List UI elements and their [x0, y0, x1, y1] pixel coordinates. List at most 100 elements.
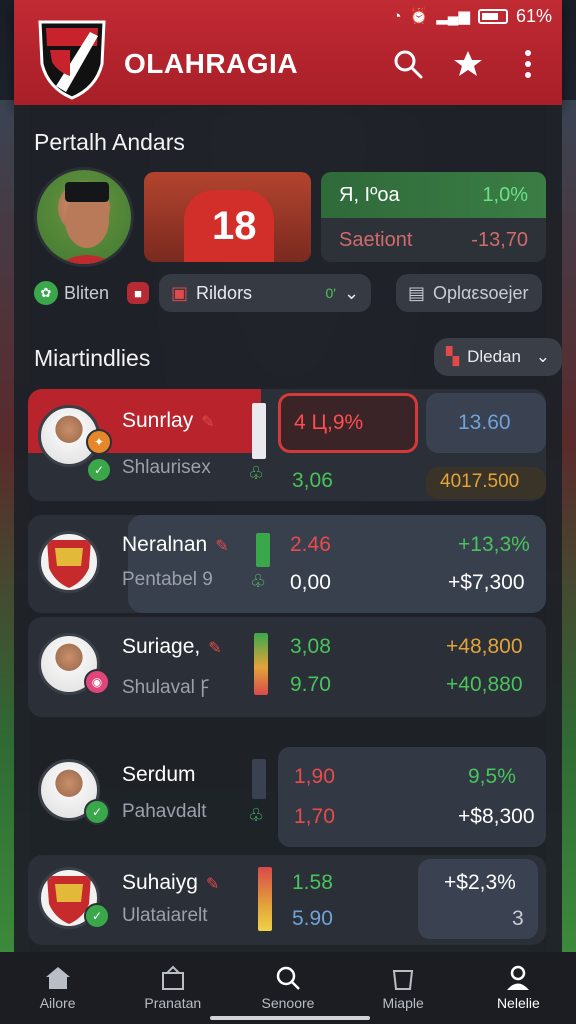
- more-options-button[interactable]: [512, 48, 544, 80]
- row-value-c: 3,06: [292, 469, 333, 492]
- row-value-a: 2.46: [290, 533, 331, 556]
- star-icon: [454, 50, 482, 76]
- row-value-d: 4017.500: [440, 471, 520, 492]
- signal-icon: ▂▄▆: [436, 8, 470, 25]
- team-logo: [38, 531, 100, 593]
- row-sub: Pentabel 9: [122, 569, 213, 590]
- flag-icon: ■: [127, 282, 150, 304]
- filter-select-suffix: 0': [325, 285, 336, 301]
- search-button[interactable]: [392, 48, 424, 80]
- row-value-b: +48,800: [446, 635, 523, 658]
- filter-right-label: Oplαεsoejer: [433, 282, 529, 303]
- row-value-d: +40,880: [446, 673, 523, 696]
- market-row[interactable]: ✓ Suhaiyg ✎ Ulataiarelt 1.58 5.90 +$2,3% …: [28, 855, 546, 945]
- status-badge: ✓: [84, 799, 110, 825]
- filter-left-label: Bliten: [64, 282, 110, 303]
- leaf-icon: ♧: [248, 463, 265, 483]
- row-value-a: 3,08: [290, 635, 331, 658]
- nav-item-home[interactable]: Ailore: [8, 965, 108, 1011]
- store-icon: [161, 965, 184, 990]
- filter-chip-left[interactable]: ✿ Bliten: [34, 281, 109, 305]
- market-title: Miartindlies: [34, 345, 151, 371]
- row-sub: Shulaval Ꝼ: [122, 677, 210, 698]
- leaf-icon: ✿: [34, 281, 58, 305]
- trend-icon: ✎: [205, 876, 220, 893]
- sort-dropdown[interactable]: ▚ Dledan ⌄: [434, 338, 562, 376]
- sliders-icon: ▤: [408, 282, 426, 303]
- nav-item-search[interactable]: Senoore: [238, 965, 338, 1011]
- nav-label: Senoore: [261, 995, 315, 1011]
- more-vert-icon: [525, 49, 531, 78]
- row-value-d: +$8,300: [458, 805, 535, 828]
- status-bar: ◔ ⏰ ▂▄▆ 61%: [0, 0, 576, 32]
- nav-item-store[interactable]: Pranatan: [123, 965, 223, 1011]
- row-name: Sunrlay ✎: [122, 409, 215, 432]
- row-sub: Pahavdalt: [122, 801, 207, 822]
- status-badge: ✓: [86, 457, 112, 483]
- home-indicator[interactable]: [210, 1016, 370, 1020]
- team-badge: ✦: [86, 429, 112, 455]
- row-value-a: 1,90: [294, 765, 335, 788]
- nav-item-profile[interactable]: Nelelie: [468, 965, 568, 1011]
- app-title: OLAHRAGIA: [124, 47, 299, 79]
- stat-bottom-label: Saetiont: [339, 228, 413, 251]
- row-value-b: +13,3%: [458, 533, 530, 556]
- stat-bottom-value: -13,70: [471, 228, 528, 251]
- leaf-icon: ♧: [250, 571, 267, 591]
- row-sub: Ulataiarelt: [122, 905, 208, 926]
- filter-select-icon: ▣: [171, 282, 189, 303]
- nav-label: Miaple: [382, 995, 424, 1011]
- featured-player-avatar[interactable]: [34, 167, 134, 267]
- stat-top-label: Я, Iºoa: [339, 183, 400, 206]
- bucket-icon: [393, 970, 414, 990]
- featured-title: Pertalh Andars: [34, 129, 185, 155]
- trend-icon: ✎: [201, 414, 215, 431]
- wifi-icon: ◔: [392, 7, 402, 25]
- row-value-a: 1.58: [292, 871, 333, 894]
- home-icon: [45, 967, 70, 989]
- row-value-b: 9,5%: [468, 765, 516, 788]
- chevron-down-icon: ⌄: [343, 282, 360, 303]
- favorites-button[interactable]: [452, 48, 484, 80]
- nav-label: Pranatan: [144, 995, 202, 1011]
- leaf-icon: ♧: [248, 805, 265, 825]
- row-value-a: 4 Ц,9%: [294, 411, 364, 434]
- filter-row: ✿ Bliten ■ ▣ Rildors 0' ⌄ ▤ Oplαεsoejer: [34, 273, 542, 313]
- filter-select[interactable]: ▣ Rildors 0' ⌄: [159, 274, 372, 312]
- nav-label: Ailore: [39, 995, 76, 1011]
- main-panel: Pertalh Andars 18 Я, Iºoa 1,0% Saetiont …: [14, 105, 562, 952]
- filter-select-label: Rildors: [196, 282, 253, 303]
- market-row[interactable]: ◉ Suriage, ✎ Shulaval Ꝼ 3,08 +48,800 9.70…: [28, 617, 546, 717]
- nav-item-bucket[interactable]: Miaple: [353, 965, 453, 1011]
- market-row[interactable]: Neralnan ✎ Pentabel 9 ♧ 2.46 +13,3% 0,00 …: [28, 515, 546, 613]
- row-sub: Shlaurisex: [122, 457, 211, 478]
- odds-box[interactable]: [278, 747, 546, 847]
- battery-icon: [477, 8, 508, 24]
- row-value-c: 5.90: [292, 907, 333, 930]
- market-row[interactable]: ✦ ✓ Sunrlay ✎ Shlaurisex ♧ 4 Ц,9% 13.60 3…: [28, 389, 546, 501]
- featured-stat-card[interactable]: Я, Iºoa 1,0% Saetiont -13,70: [321, 172, 546, 262]
- row-name: Suriage, ✎: [122, 635, 222, 658]
- search-icon: [394, 50, 423, 78]
- sort-label: Dledan: [467, 347, 521, 366]
- battery-percent: 61%: [515, 5, 552, 26]
- featured-player-photo[interactable]: 18: [144, 172, 311, 262]
- search-icon: [276, 966, 300, 990]
- row-value-b: +$2,3%: [444, 871, 516, 894]
- trend-icon: ✎: [208, 640, 222, 657]
- filter-options-button[interactable]: ▤ Oplαεsoejer: [396, 274, 542, 312]
- chevron-down-icon: ⌄: [535, 347, 550, 366]
- trend-icon: ✎: [215, 538, 229, 555]
- form-bar: [258, 867, 272, 931]
- row-name: Suhaiyg ✎: [122, 871, 220, 894]
- row-value-c: 0,00: [290, 571, 331, 594]
- form-bar: [254, 633, 268, 695]
- row-name: Serdum: [122, 763, 196, 786]
- sort-icon: ▚: [446, 347, 460, 366]
- status-badge: ◉: [84, 669, 110, 695]
- market-row[interactable]: ✓ Serdum Pahavdalt ♧ 1,90 9,5% 1,70 +$8,…: [28, 735, 546, 853]
- jersey-number: 18: [212, 204, 257, 248]
- row-value-c: 1,70: [294, 805, 335, 828]
- status-badge: ✓: [84, 903, 110, 929]
- form-bar: [252, 403, 266, 459]
